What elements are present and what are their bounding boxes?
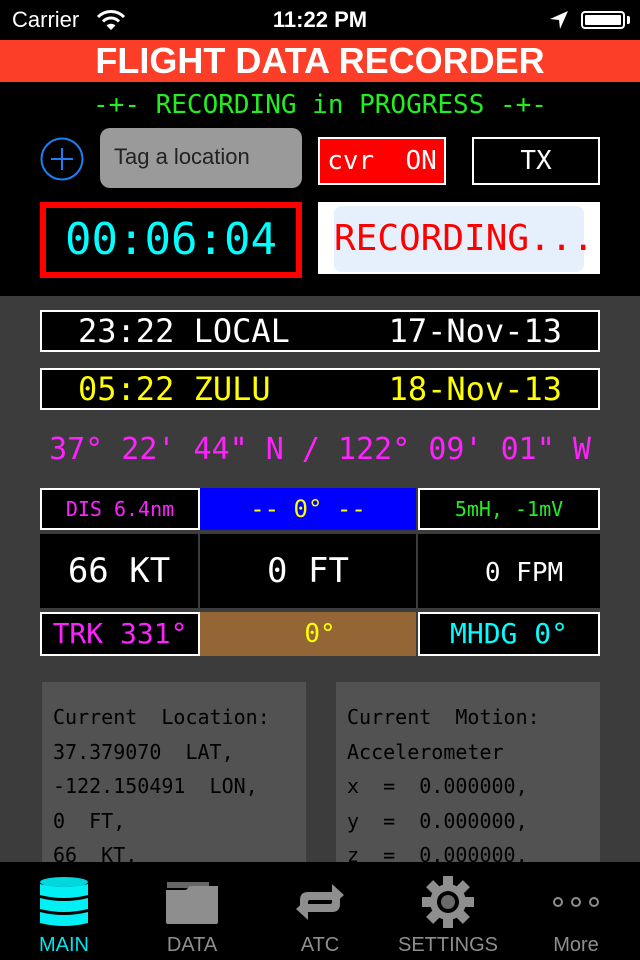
tx-button[interactable]: TX: [472, 137, 600, 185]
zulu-time-row: 05:22 ZULU 18-Nov-13: [40, 368, 600, 410]
speed-readout: 66 KT: [40, 534, 198, 608]
location-line: Current Location:: [53, 705, 270, 729]
location-line: 66 KT,: [53, 843, 138, 862]
repeat-arrows-icon: [296, 884, 344, 920]
folder-icon: [166, 882, 218, 924]
track-readout: TRK 331°: [40, 612, 200, 656]
tab-main[interactable]: MAIN: [0, 862, 128, 960]
tab-label: MAIN: [39, 934, 89, 956]
current-motion-panel[interactable]: Current Motion: Accelerometer x = 0.0000…: [336, 682, 600, 862]
tag-location-button[interactable]: Tag a location: [100, 128, 302, 188]
local-time-row: 23:22 LOCAL 17-Nov-13: [40, 310, 600, 352]
tab-label: DATA: [166, 934, 218, 956]
status-bar: Carrier 11:22 PM: [0, 0, 640, 40]
tab-atc[interactable]: ATC: [256, 862, 384, 960]
zulu-time: 05:22 ZULU: [78, 370, 271, 408]
bank-readout: -- 0° --: [200, 488, 416, 530]
coordinates: 37° 22' 44" N / 122° 09' 01" W: [49, 432, 591, 467]
mag-heading-readout: MHDG 0°: [418, 612, 600, 656]
location-arrow-icon: [550, 11, 568, 29]
recording-banner: -+- RECORDING in PROGRESS -+-: [93, 90, 547, 120]
pitch-readout: 0°: [200, 612, 416, 656]
distance-readout: DIS 6.4nm: [40, 488, 200, 530]
vertical-speed-readout: 0 FPM: [418, 534, 600, 608]
magnetic-readout: 5mH, -1mV: [418, 488, 600, 530]
database-icon: [40, 877, 88, 926]
zulu-date: 18-Nov-13: [388, 370, 562, 408]
cvr-toggle-button[interactable]: cvr ON: [318, 137, 446, 185]
tab-data[interactable]: DATA: [128, 862, 256, 960]
motion-line: Current Motion:: [347, 705, 540, 729]
tab-settings[interactable]: SETTINGS: [384, 862, 512, 960]
recording-status-button[interactable]: RECORDING...: [334, 206, 594, 272]
motion-line: Accelerometer: [347, 739, 504, 764]
tab-label: SETTINGS: [397, 934, 498, 956]
cvr-label: cvr ON: [327, 146, 437, 176]
location-line: 0 FT,: [53, 808, 126, 833]
motion-line: z = 0.000000,: [347, 843, 528, 862]
gear-icon: [422, 876, 474, 928]
battery-icon: [581, 11, 625, 29]
local-date: 17-Nov-13: [388, 312, 562, 350]
motion-line: y = 0.000000,: [347, 808, 528, 833]
more-dots-icon: [553, 897, 599, 907]
altitude-readout: 0 FT: [200, 534, 416, 608]
status-time: 11:22 PM: [272, 7, 368, 32]
tab-more[interactable]: More: [512, 862, 640, 960]
tab-label: More: [553, 934, 599, 956]
app-title: FLIGHT DATA RECORDER: [0, 40, 640, 82]
location-line: -122.150491 LON,: [53, 774, 258, 798]
battery-tip: [627, 16, 630, 24]
current-location-panel[interactable]: Current Location: 37.379070 LAT, -122.15…: [42, 682, 306, 862]
plus-circle-icon[interactable]: [40, 137, 84, 181]
tx-label: TX: [520, 146, 552, 176]
tab-label: ATC: [300, 934, 340, 956]
location-line: 37.379070 LAT,: [53, 739, 234, 764]
elapsed-timer: 00:06:04: [40, 202, 302, 278]
motion-line: x = 0.000000,: [347, 774, 528, 798]
local-time: 23:22 LOCAL: [78, 312, 290, 350]
